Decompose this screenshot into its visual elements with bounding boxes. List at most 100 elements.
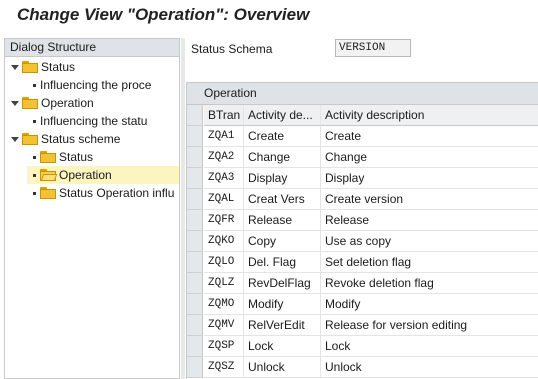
tree-item-label: Operation [59,168,112,182]
row-selector[interactable] [187,126,203,147]
table-row[interactable]: ZQMO Modify Modify [187,294,538,315]
bullet-icon [33,120,36,123]
operation-table: Operation BTran Activity de... Activity … [186,82,538,379]
cell-activity-short: RevDelFlag [244,273,321,294]
cell-btran: ZQLO [204,252,244,273]
cell-activity-description: Revoke deletion flag [321,273,538,294]
row-selector[interactable] [187,210,203,231]
table-row[interactable]: ZQLZ RevDelFlag Revoke deletion flag [187,273,538,294]
cell-activity-short: RelVerEdit [244,315,321,336]
row-selector[interactable] [187,336,203,357]
folder-icon [40,151,56,163]
tree-item[interactable]: Operation [27,166,179,184]
table-row[interactable]: ZQKO Copy Use as copy [187,231,538,252]
cell-activity-short: Creat Vers [244,189,321,210]
cell-btran: ZQLZ [204,273,244,294]
page-title: Change View "Operation": Overview [17,5,310,24]
tree-item[interactable]: Status Operation influ [27,184,179,202]
tree-item[interactable]: Status [5,58,179,76]
row-selector[interactable] [187,168,203,189]
bullet-icon [33,174,36,177]
cell-activity-description: Modify [321,294,538,315]
cell-btran: ZQSP [204,336,244,357]
cell-btran: ZQFR [204,210,244,231]
table-row[interactable]: ZQFR Release Release [187,210,538,231]
table-row[interactable]: ZQA2 Change Change [187,147,538,168]
cell-activity-short: Create [244,126,321,147]
cell-activity-description: Unlock [321,357,538,378]
cell-activity-description: Use as copy [321,231,538,252]
cell-activity-description: Create version [321,189,538,210]
cell-btran: ZQA1 [204,126,244,147]
cell-activity-description: Set deletion flag [321,252,538,273]
cell-activity-description: Release for version editing [321,315,538,336]
table-header-row: BTran Activity de... Activity descriptio… [187,105,538,126]
tree-item-label: Status Operation influ [59,186,175,200]
folder-icon [22,133,38,145]
table-body: ZQA1 Create Create ZQA2 Change Change ZQA3 Disp… [187,126,538,378]
table-row[interactable]: ZQLO Del. Flag Set deletion flag [187,252,538,273]
cell-btran: ZQMO [204,294,244,315]
tree-item-label: Influencing the proce [40,78,152,92]
table-row[interactable]: ZQSP Lock Lock [187,336,538,357]
tree-item[interactable]: Influencing the statu [27,112,179,130]
cell-btran: ZQA3 [204,168,244,189]
table-row[interactable]: ZQMV RelVerEdit Release for version editin… [187,315,538,336]
cell-btran: ZQSZ [204,357,244,378]
folder-icon [40,187,56,199]
tree-item-label: Status [41,60,76,74]
cell-btran: ZQA2 [204,147,244,168]
cell-activity-short: Lock [244,336,321,357]
tree-item[interactable]: Status scheme [5,130,179,148]
tree-item-label: Operation [41,96,94,110]
row-selector[interactable] [187,315,203,336]
cell-activity-short: Del. Flag [244,252,321,273]
expand-arrow-icon[interactable] [11,137,19,142]
expand-arrow-icon[interactable] [11,101,19,106]
cell-btran: ZQAL [204,189,244,210]
status-schema-label: Status Schema [191,42,273,56]
column-header-activity-short[interactable]: Activity de... [244,105,321,126]
cell-btran: ZQMV [204,315,244,336]
tree-item-label: Status [59,150,94,164]
row-selector[interactable] [187,147,203,168]
cell-activity-description: Lock [321,336,538,357]
folder-icon [22,97,38,109]
select-all-cell[interactable] [187,105,203,126]
cell-activity-description: Display [321,168,538,189]
row-selector[interactable] [187,294,203,315]
open-folder-icon [40,169,58,181]
column-header-btran[interactable]: BTran [204,105,244,126]
cell-activity-short: Copy [244,231,321,252]
cell-activity-description: Create [321,126,538,147]
table-row[interactable]: ZQA1 Create Create [187,126,538,147]
tree-item[interactable]: Operation [5,94,179,112]
bullet-icon [33,156,36,159]
expand-arrow-icon[interactable] [11,65,19,70]
row-selector[interactable] [187,231,203,252]
cell-activity-short: Modify [244,294,321,315]
row-selector[interactable] [187,357,203,378]
tree-item-label: Status scheme [41,132,121,146]
table-row[interactable]: ZQSZ Unlock Unlock [187,357,538,378]
cell-activity-short: Release [244,210,321,231]
cell-activity-short: Unlock [244,357,321,378]
column-header-activity-description[interactable]: Activity description [321,105,538,126]
tree-item-label: Influencing the statu [40,114,148,128]
table-row[interactable]: ZQAL Creat Vers Create version [187,189,538,210]
cell-btran: ZQKO [204,231,244,252]
folder-icon [22,61,38,73]
row-selector[interactable] [187,252,203,273]
row-selector[interactable] [187,189,203,210]
dialog-structure-header: Dialog Structure [5,39,179,57]
cell-activity-short: Display [244,168,321,189]
tree-item[interactable]: Status [27,148,179,166]
cell-activity-short: Change [244,147,321,168]
dialog-structure-panel: Dialog Structure Status Influencing the p… [4,38,180,379]
bullet-icon [33,84,36,87]
table-row[interactable]: ZQA3 Display Display [187,168,538,189]
tree-item[interactable]: Influencing the proce [27,76,179,94]
row-selector[interactable] [187,273,203,294]
title-bar: Change View "Operation": Overview [0,0,538,34]
cell-activity-description: Change [321,147,538,168]
